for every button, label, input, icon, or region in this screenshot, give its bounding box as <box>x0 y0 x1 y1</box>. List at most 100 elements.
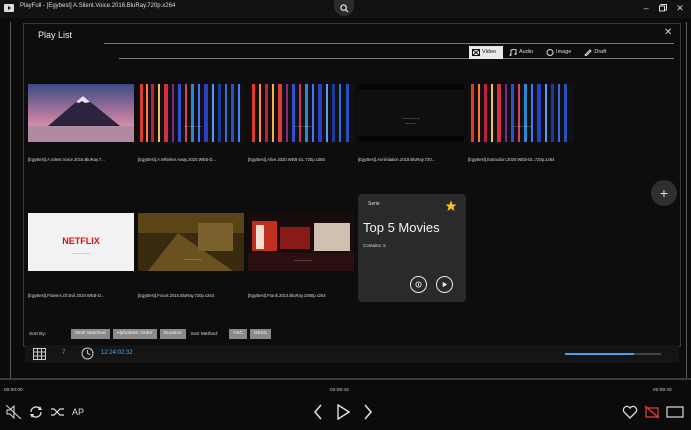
clock-icon <box>81 347 94 360</box>
video-caption: [EgyBest].A.Whisker.Away.2020.WEB-D... <box>138 157 217 162</box>
serie-count: Contains: 5 <box>363 243 386 248</box>
video-thumbnail[interactable]: ~~~~~~ <box>248 213 354 271</box>
tab-label: Audio <box>518 49 534 55</box>
sort-desc-button[interactable]: DESC <box>250 329 272 339</box>
video-caption: [EgyBest].Focus.2015.BluRay.720p.x264 <box>138 293 215 298</box>
star-icon[interactable] <box>445 200 457 212</box>
right-controls <box>622 404 684 420</box>
playlist-footer: 7 12:24:02:32 <box>25 345 679 363</box>
video-thumbnail[interactable]: ~~~~~~ <box>138 213 244 271</box>
current-time: 00:00:00 <box>4 388 23 393</box>
item-count: 7 <box>62 350 66 356</box>
previous-icon[interactable] <box>312 404 324 420</box>
video-thumbnail[interactable]: ~~~~~~ <box>138 84 244 142</box>
svg-text:~~~~~~: ~~~~~~ <box>294 125 312 129</box>
add-button[interactable]: + <box>651 180 677 206</box>
sort-method-label: Sort Method: <box>190 331 219 337</box>
image-icon <box>546 49 554 56</box>
seek-bar[interactable] <box>0 378 691 380</box>
divider <box>104 43 674 44</box>
footer-progress-fill <box>565 353 635 355</box>
next-icon[interactable] <box>362 404 374 420</box>
music-icon <box>509 49 517 56</box>
total-time: 02:09:43 <box>653 388 672 393</box>
draft-icon <box>584 49 593 56</box>
playback-controls <box>312 404 374 420</box>
netflix-thumbnail: NETFLIX ~~~~~~ <box>28 213 134 271</box>
playlist-panel: Play List ✕ Video Audio Image Draft [Egy… <box>23 23 681 347</box>
room-thumbnail: ~~~~~~ <box>138 213 244 271</box>
close-playlist-button[interactable]: ✕ <box>664 27 672 38</box>
total-duration: 12:24:02:32 <box>101 350 133 356</box>
sort-most-watched-button[interactable]: Most Watched <box>71 329 110 339</box>
video-thumbnail[interactable]: ~~~~~~ <box>248 84 354 142</box>
ap-label[interactable]: AP <box>72 407 84 417</box>
video-caption: [EgyBest].Extraction.2020.WEB-DL.720p.x2… <box>468 157 555 162</box>
svg-text:~~~~~~: ~~~~~~ <box>402 117 420 121</box>
serie-title: Top 5 Movies <box>363 220 440 235</box>
sort-duration-button[interactable]: Duration <box>159 329 186 339</box>
dark-thumbnail: ~~~~~~ ~~~~ <box>358 84 464 142</box>
search-icon <box>339 3 349 13</box>
sort-by-label: Sort By: <box>29 331 47 337</box>
footer-progress-track[interactable] <box>565 353 661 355</box>
video-caption: [EgyBest].Flowers.Of.Evil.2019.WEB-D... <box>28 293 105 298</box>
svg-text:~~~~~~: ~~~~~~ <box>184 125 202 129</box>
tab-image[interactable]: Image <box>543 46 578 59</box>
sort-alphabetic-button[interactable]: Alphabetic Order <box>112 329 157 339</box>
close-icon[interactable]: ✕ <box>674 2 686 14</box>
shuffle-icon[interactable] <box>50 405 66 419</box>
info-button[interactable] <box>410 276 427 293</box>
red-room-thumbnail: ~~~~~~ <box>248 213 354 271</box>
video-caption: [EgyBest].Annihilation.2018.BluRay.720..… <box>358 157 436 162</box>
mountain-thumbnail <box>28 84 134 142</box>
svg-text:~~~~~~: ~~~~~~ <box>294 259 312 263</box>
svg-text:~~~~~~: ~~~~~~ <box>72 252 90 256</box>
stripes-thumbnail: ~~~~~~ <box>138 84 244 142</box>
search-button[interactable] <box>334 0 354 16</box>
media-tabs: Video Audio Image Draft <box>469 46 613 59</box>
stripes-thumbnail: ~~~~~~ <box>468 84 574 142</box>
tab-audio[interactable]: Audio <box>506 46 540 59</box>
svg-text:~~~~~~: ~~~~~~ <box>514 125 532 129</box>
svg-text:~~~~: ~~~~ <box>405 122 417 126</box>
video-thumbnail[interactable]: ~~~~~~ <box>468 84 574 142</box>
svg-text:~~~~~~: ~~~~~~ <box>184 258 202 262</box>
video-thumbnail[interactable]: NETFLIX ~~~~~~ <box>28 213 134 271</box>
play-icon <box>442 281 448 288</box>
grid-icon[interactable] <box>33 348 46 360</box>
fullscreen-icon[interactable] <box>666 405 684 419</box>
video-thumbnail[interactable]: ~~~~~~ ~~~~ <box>358 84 464 142</box>
playlist-title: Play List <box>38 30 73 40</box>
sort-toolbar: Sort By: Most Watched Alphabetic Order D… <box>29 329 272 339</box>
video-caption: [EgyBest].Frank.2014.BluRay.1080p.x264 <box>248 293 326 298</box>
repeat-icon[interactable] <box>28 405 44 419</box>
left-border <box>10 22 11 378</box>
heart-icon[interactable] <box>622 405 638 419</box>
tab-video[interactable]: Video <box>469 46 503 59</box>
tab-label: Draft <box>594 49 607 55</box>
stripes-thumbnail: ~~~~~~ <box>248 84 354 142</box>
serie-card[interactable]: Serie Top 5 Movies Contains: 5 <box>358 194 466 302</box>
play-serie-button[interactable] <box>436 276 453 293</box>
video-thumbnail[interactable] <box>28 84 134 142</box>
play-logo-icon <box>4 4 14 12</box>
serie-tag: Serie <box>368 201 380 207</box>
mute-icon[interactable] <box>6 405 22 419</box>
center-time: 02:09:43 <box>330 388 349 393</box>
netflix-text: NETFLIX <box>62 236 100 246</box>
play-icon[interactable] <box>336 404 350 420</box>
video-caption: [EgyBest].Alive.2020.WEB-DL.720p.x265 <box>248 157 325 162</box>
tab-label: Video <box>482 49 496 55</box>
title-bar: PlayFull - [Egybest] A.Silent.Voice.2016… <box>0 0 691 18</box>
minimize-icon[interactable]: – <box>640 2 652 14</box>
restore-icon[interactable] <box>657 2 669 14</box>
info-icon <box>415 281 422 288</box>
sort-asc-button[interactable]: ASC <box>229 329 248 339</box>
right-border <box>686 22 687 378</box>
cast-off-icon[interactable] <box>644 405 660 419</box>
tab-draft[interactable]: Draft <box>581 46 613 59</box>
window-title: PlayFull - [Egybest] A.Silent.Voice.2016… <box>20 3 176 9</box>
video-caption: [EgyBest].A.Silent.Voice.2016.BluRay.7..… <box>28 157 105 162</box>
video-icon <box>472 49 480 56</box>
